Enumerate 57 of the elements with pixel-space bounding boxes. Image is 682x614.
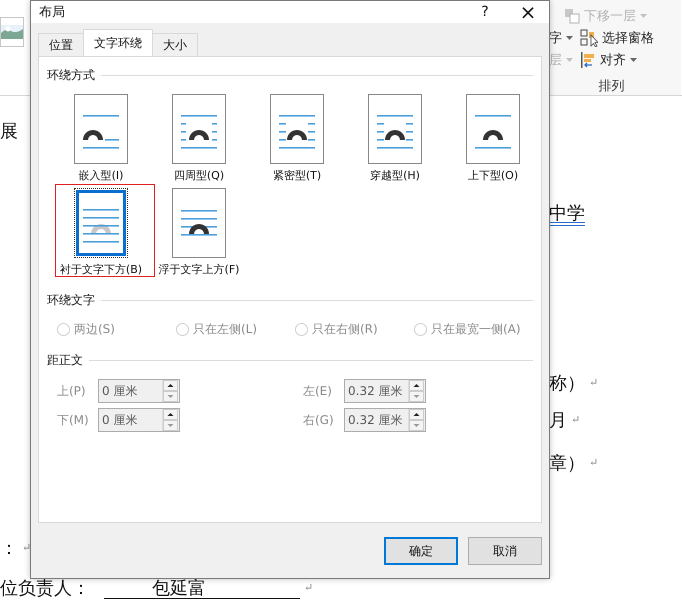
document-text: ：	[0, 537, 18, 559]
wrap-option[interactable]	[172, 188, 226, 258]
wrap-option[interactable]	[466, 94, 520, 164]
ok-button[interactable]: 确定	[384, 537, 458, 565]
tab[interactable]: 位置	[38, 33, 84, 56]
field-label: 左(E)	[303, 382, 333, 400]
radio-label: 只在右侧(R)	[312, 321, 378, 338]
paragraph-mark: ↵	[22, 541, 32, 556]
caret-icon	[630, 58, 637, 62]
option-label: 穿越型(H)	[370, 168, 420, 184]
wrap-option[interactable]	[270, 94, 324, 164]
caret-icon	[566, 36, 573, 40]
selection-pane-icon	[580, 28, 598, 47]
radio-label: 两边(S)	[74, 321, 115, 338]
section-heading: 环绕方式	[47, 67, 95, 84]
help-button[interactable]: ?	[475, 4, 495, 20]
tab[interactable]: 大小	[152, 33, 198, 56]
document-text: 称）	[549, 372, 585, 394]
tab[interactable]: 文字环绕	[83, 29, 153, 56]
caret-icon	[640, 14, 647, 18]
send-backward-icon	[564, 8, 580, 24]
ribbon-command[interactable]: 对齐	[580, 51, 637, 70]
option-label: 四周型(Q)	[174, 168, 224, 184]
radio-label: 只在左侧(L)	[193, 321, 258, 338]
document-text: 展	[0, 120, 18, 142]
close-button[interactable]: ×	[515, 2, 541, 22]
align-icon	[580, 51, 596, 70]
paragraph-mark: ↵	[571, 413, 580, 428]
window-title: 布局	[39, 4, 66, 21]
paragraph-mark: ↵	[589, 376, 598, 391]
field-label: 位负责人：	[0, 577, 90, 599]
document-text: 中学	[549, 202, 585, 224]
option-label: 浮于文字上方(F)	[158, 262, 240, 278]
option-label: 上下型(O)	[468, 168, 518, 184]
section-heading: 环绕文字	[47, 292, 95, 309]
field-label: 下(M)	[57, 412, 90, 428]
field-label: 右(G)	[303, 412, 335, 428]
document-text: 章）	[549, 452, 585, 474]
picture-style-icon[interactable]	[0, 17, 24, 47]
wrap-option[interactable]	[172, 94, 226, 164]
field-label: 上(P)	[57, 382, 87, 400]
group-label: 排列	[598, 78, 626, 95]
caret-icon	[566, 58, 573, 62]
section-heading: 距正文	[47, 352, 83, 369]
paragraph-mark: ↵	[589, 456, 598, 471]
option-label: 嵌入型(I)	[78, 168, 124, 184]
option-label: 紧密型(T)	[272, 168, 322, 184]
radio-label: 只在最宽一侧(A)	[431, 321, 521, 338]
document-text: 月	[549, 409, 567, 431]
ribbon-command[interactable]: 选择窗格	[580, 28, 654, 47]
wrap-option[interactable]	[74, 94, 128, 164]
ribbon-command[interactable]: 字	[549, 28, 573, 47]
option-label: 衬于文字下方(B)	[60, 262, 142, 278]
paragraph-mark: ↵	[304, 581, 314, 596]
wrap-option[interactable]	[74, 188, 128, 258]
wrap-option[interactable]	[368, 94, 422, 164]
cancel-button[interactable]: 取消	[468, 537, 542, 565]
